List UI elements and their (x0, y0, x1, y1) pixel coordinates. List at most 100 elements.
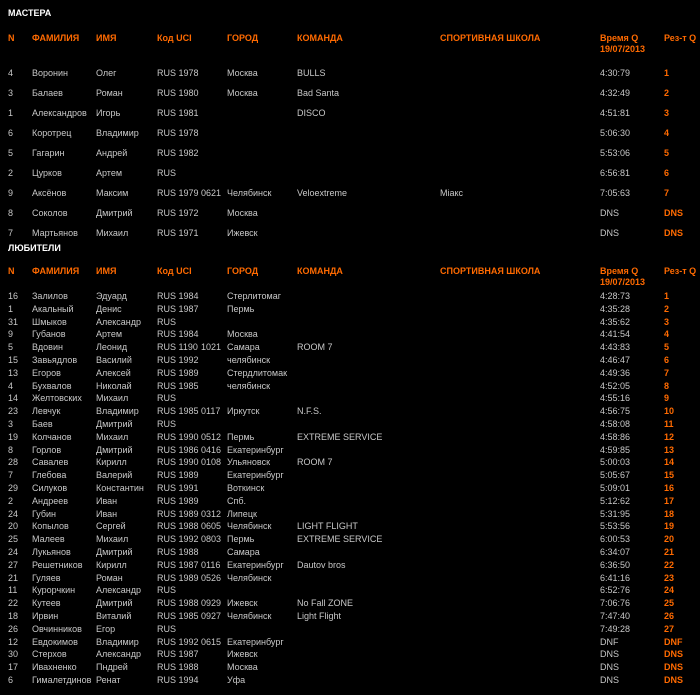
cell-uci: RUS 1991 (157, 482, 199, 493)
cell-code (201, 623, 227, 636)
cell-name: Кирилл (96, 559, 127, 570)
cell-time: 6:34:07 (600, 546, 631, 557)
cell-n: 24 (8, 508, 19, 519)
cell-result: 18 (664, 508, 675, 519)
cell-n: 16 (8, 291, 19, 301)
time-header-label: Время Q (600, 33, 639, 43)
cell-n: 26 (8, 623, 19, 634)
cell-school (440, 316, 600, 329)
cell-team: EXTREME SERVICE (297, 431, 383, 442)
table-row: 15 Завьядлов Василий RUS 1992 челябинск 4:46:… (0, 354, 700, 367)
table-row: 6 Коротрец Владимир RUS 1978 5:06:30 4 (0, 123, 700, 143)
cell-school (440, 508, 600, 521)
table-row: 4 Бухвалов Николай RUS 1985 челябинск 4:52:05… (0, 380, 700, 393)
cell-code: 0605 (201, 521, 222, 532)
cell-uci: RUS 1982 (157, 148, 199, 158)
cell-code: 0526 (201, 572, 222, 583)
cell-name: Игорь (96, 108, 121, 118)
cell-city: Самара (227, 342, 260, 353)
cell-city: Москва (227, 208, 258, 218)
cell-uci: RUS 1190 (157, 342, 198, 353)
cell-result: 22 (664, 559, 675, 570)
cell-name: Дмитрий (96, 418, 133, 429)
table-row: 30 Стерхов Александр RUS 1987 Ижевск DNS DNS (0, 648, 700, 661)
cell-code (201, 83, 227, 103)
cell-city (227, 123, 297, 143)
cell-surname: Гагарин (32, 148, 65, 158)
column-header-n: N (8, 266, 15, 276)
cell-result: DNS (664, 649, 684, 660)
cell-time: 5:53:06 (600, 148, 631, 158)
cell-uci: RUS 1978 (157, 128, 199, 138)
cell-result: 2 (664, 88, 670, 98)
cell-surname: Гималетдинов (32, 674, 92, 685)
cell-time: 5:12:62 (600, 495, 631, 506)
cell-city (227, 418, 297, 431)
cell-school (440, 572, 600, 585)
cell-n: 29 (8, 482, 19, 493)
cell-uci: RUS 1988 (157, 546, 199, 557)
cell-n: 1 (8, 108, 14, 118)
cell-n: 8 (8, 208, 14, 218)
cell-result: 1 (664, 68, 670, 78)
cell-code (201, 584, 227, 597)
cell-result: 3 (664, 108, 670, 118)
cell-school (440, 648, 600, 661)
cell-surname: Соколов (32, 208, 68, 218)
cell-city: челябинск (227, 380, 271, 391)
cell-surname: Савалев (32, 457, 69, 468)
table-row: 9 Губанов Артем RUS 1984 Москва 4:41:54 4 (0, 328, 700, 341)
cell-name: Валерий (96, 470, 133, 481)
cell-n: 19 (8, 431, 19, 442)
cell-uci: RUS 1981 (157, 108, 199, 118)
cell-surname: Курорчкин (32, 585, 76, 596)
cell-result: 23 (664, 572, 675, 583)
table-row: 3 Балаев Роман RUS 1980 Москва Bad Santa 4:32:… (0, 83, 700, 103)
cell-n: 13 (8, 367, 19, 378)
cell-n: 7 (8, 228, 14, 238)
cell-school (440, 469, 600, 482)
cell-school (440, 367, 600, 380)
cell-uci: RUS 1989 (157, 495, 199, 506)
cell-time: 4:55:16 (600, 393, 631, 404)
table-row: 16 Залилов Эдуард RUS 1984 Стерлитомаг 4:28:7… (0, 290, 700, 303)
column-header-school: СПОРТИВНАЯ ШКОЛА (440, 33, 541, 43)
cell-time: 7:47:40 (600, 610, 631, 621)
cell-time: 5:05:67 (600, 470, 631, 481)
cell-name: Иван (96, 495, 118, 506)
cell-school (440, 123, 600, 143)
cell-city (227, 623, 297, 636)
table-row: 24 Лукьянов Дмитрий RUS 1988 Самара 6:34:07 21 (0, 546, 700, 559)
cell-school (440, 559, 600, 572)
cell-time: 4:56:75 (600, 406, 631, 417)
cell-time: DNF (600, 636, 619, 647)
cell-name: Максим (96, 188, 129, 198)
cell-team (297, 508, 440, 521)
cell-name: Владимир (96, 406, 139, 417)
cell-n: 14 (8, 393, 19, 404)
cell-result: 7 (664, 188, 670, 198)
cell-name: Владимир (96, 636, 139, 647)
cell-time: 5:53:56 (600, 521, 631, 532)
cell-result: 10 (664, 406, 675, 417)
cell-uci: RUS 1990 (157, 431, 199, 442)
cell-surname: Александров (32, 108, 87, 118)
cell-team (297, 584, 440, 597)
cell-code (201, 316, 227, 329)
cell-result: 19 (664, 521, 675, 532)
column-header-city: ГОРОД (227, 33, 259, 43)
cell-result: 1 (664, 291, 670, 301)
cell-school (440, 163, 600, 183)
cell-surname: Лукьянов (32, 546, 71, 557)
table-row: 5 Гагарин Андрей RUS 1982 5:53:06 5 (0, 143, 700, 163)
masters-header-row: N ФАМИЛИЯ ИМЯ Код UCI ГОРОД КОМАНДА СПОР… (0, 33, 700, 63)
cell-team (297, 367, 440, 380)
column-header-n: N (8, 33, 15, 43)
cell-city: Екатеринбург (227, 470, 284, 481)
cell-time: 5:09:01 (600, 482, 631, 493)
cell-uci: RUS 1988 (157, 662, 199, 673)
cell-result: 26 (664, 610, 675, 621)
cell-n: 18 (8, 610, 19, 621)
cell-time: 4:30:79 (600, 68, 631, 78)
cell-result: 6 (664, 354, 670, 365)
